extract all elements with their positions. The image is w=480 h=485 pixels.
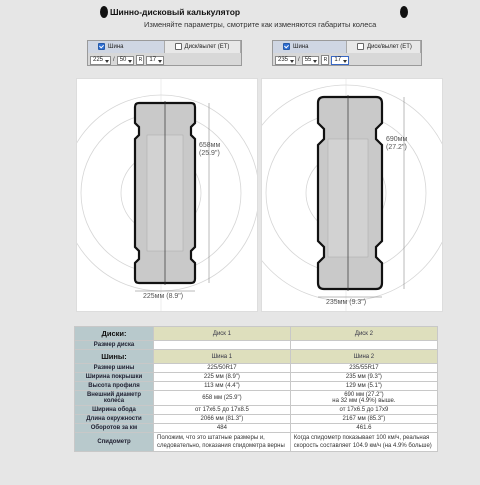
tire2-tab-disk-label: Диск/вылет (ET) — [367, 44, 412, 50]
row-label: Высота профиля — [74, 381, 154, 391]
tire1-header: Шина 1 — [153, 349, 291, 364]
tire1-height-label: 658мм — [199, 142, 220, 149]
tire1-width-select[interactable]: 225 — [90, 55, 112, 65]
row-label: Ширина покрышки — [74, 372, 154, 382]
tire1-value: 225 мм (8.9") — [153, 372, 291, 382]
tire2-diameter-select[interactable]: 17 — [331, 55, 350, 65]
table-row: Ширина обода от 17x6.5 до 17x8.5 от 17x6… — [74, 405, 439, 415]
tire1-value: 484 — [153, 423, 291, 433]
tire1-tire-checkbox[interactable] — [98, 43, 105, 50]
speedometer-label: Спидометр — [74, 432, 154, 452]
tire2-value: 235 мм (9.3") — [289, 372, 439, 382]
tire2-diameter-diff: на 32 мм (4.9%) выше. — [332, 398, 396, 404]
comparison-table: Диски: Диск 1 Диск 2 Размер диска Шины: … — [74, 326, 439, 452]
tire2-width-select[interactable]: 235 — [275, 55, 297, 65]
tire2-value: 235/55R17 — [289, 363, 439, 373]
tire2-tire-checkbox[interactable] — [283, 43, 290, 50]
tire1-tab-disk[interactable]: Диск/вылет (ET) — [164, 41, 241, 53]
disk2-header: Диск 2 — [289, 326, 439, 341]
tire2-value: 2167 мм (85.3") — [289, 414, 439, 424]
tire2-disk-checkbox[interactable] — [357, 43, 364, 50]
header: Шинно-дисковый калькулятор Измeняйте пар… — [0, 0, 480, 30]
tire2-r-label: R — [321, 55, 330, 65]
tire1-diagram: 658мм (25.9") 225мм (8.9") — [76, 78, 258, 312]
tire2-speedometer-text: Когда спидометр показывает 100 км/ч, реа… — [289, 432, 439, 452]
tire1-profile-select[interactable]: 50 — [116, 55, 135, 65]
tire1-disk-checkbox[interactable] — [174, 43, 182, 50]
table-row: Длина окружности 2066 мм (81.3") 2167 мм… — [74, 414, 439, 424]
tire1-value: 113 мм (4.4") — [153, 381, 291, 391]
tire1-controls: Шина Диск/вылет (ET) 225 / 50 R 17 — [87, 40, 242, 66]
table-row: Ширина покрышки 225 мм (8.9") 235 мм (9.… — [74, 372, 439, 382]
disk-size-row: Размер диска — [74, 340, 439, 350]
disk1-header: Диск 1 — [153, 326, 291, 341]
tire1-value: 2066 мм (81.3") — [153, 414, 291, 424]
row-label: Размер шины — [74, 363, 154, 373]
tires-label: Шины: — [74, 349, 154, 364]
separator: / — [113, 57, 115, 63]
speedometer-row: Спидометр Положим, что это штатные разме… — [74, 432, 439, 452]
disks-label: Диски: — [74, 326, 154, 341]
tire1-value: 658 мм (25.9") — [153, 390, 291, 406]
tire2-value: от 17x6.5 до 17x9 — [289, 405, 439, 415]
row-label: Ширина обода — [74, 405, 154, 415]
left-circle-icon — [100, 6, 108, 18]
tire2-height-inch-label: (27.2") — [386, 144, 407, 151]
tire1-tab-tire-label: Шина — [108, 44, 124, 50]
tire2-value: 690 мм (27.2") на 32 мм (4.9%) выше. — [289, 390, 439, 406]
separator: / — [298, 57, 300, 63]
page-subtitle: Измeняйте параметры, смотрите как изменя… — [144, 20, 377, 29]
tire2-value: 461.6 — [289, 423, 439, 433]
row-label: Оборотов за км — [74, 423, 154, 433]
right-circle-icon — [400, 6, 408, 18]
tire1-value: 225/50R17 — [153, 363, 291, 373]
tire1-tab-tire[interactable]: Шина — [88, 41, 165, 53]
tire1-r-label: R — [136, 55, 145, 65]
row-label: Внешний диаметр колеса — [74, 390, 154, 406]
tire1-width-label: 225мм (8.9") — [143, 293, 183, 300]
tire1-diameter-select[interactable]: 17 — [146, 55, 165, 65]
tire2-tab-tire-label: Шина — [293, 44, 309, 50]
tire2-profile-select[interactable]: 55 — [301, 55, 320, 65]
tire1-speedometer-text: Положим, что это штатные размеры и, след… — [153, 432, 291, 452]
table-row: Размер шины 225/50R17 235/55R17 — [74, 363, 439, 373]
tire2-controls: Шина Диск/вылет (ET) 235 / 55 R 17 — [272, 40, 422, 66]
table-row: Оборотов за км 484 461.6 — [74, 423, 439, 433]
page-title: Шинно-дисковый калькулятор — [110, 7, 241, 17]
table-row: Внешний диаметр колеса 658 мм (25.9") 69… — [74, 390, 439, 406]
tire2-tab-tire[interactable]: Шина — [273, 41, 347, 53]
tire2-value: 129 мм (5.1") — [289, 381, 439, 391]
tire2-height-label: 690мм — [386, 136, 407, 143]
tires-header-row: Шины: Шина 1 Шина 2 — [74, 349, 439, 364]
tire2-width-label: 235мм (9.3") — [326, 299, 366, 306]
table-row: Высота профиля 113 мм (4.4") 129 мм (5.1… — [74, 381, 439, 391]
tire2-diagram: 690мм (27.2") 235мм (9.3") — [261, 78, 443, 312]
tire1-tab-disk-label: Диск/вылет (ET) — [184, 44, 230, 50]
tire2-tab-disk[interactable]: Диск/вылет (ET) — [347, 41, 421, 53]
tire2-header: Шина 2 — [289, 349, 439, 364]
row-label: Длина окружности — [74, 414, 154, 424]
disks-header-row: Диски: Диск 1 Диск 2 — [74, 326, 439, 341]
tire1-value: от 17x6.5 до 17x8.5 — [153, 405, 291, 415]
disk-size-label: Размер диска — [74, 340, 154, 350]
tire1-height-inch-label: (25.9") — [199, 150, 220, 157]
